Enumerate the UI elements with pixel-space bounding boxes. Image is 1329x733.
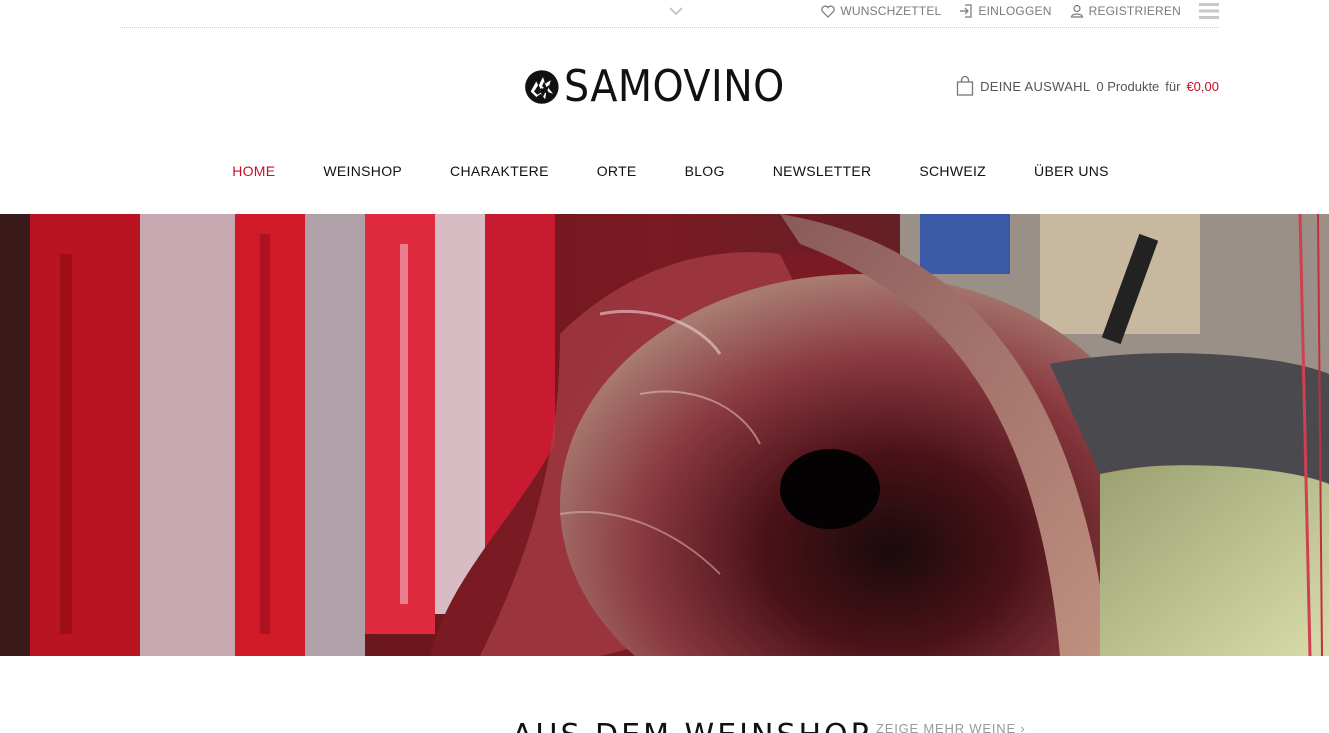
nav-item-newsletter[interactable]: NEWSLETTER <box>773 160 872 182</box>
nav-item-orte[interactable]: ORTE <box>597 160 637 182</box>
cart-label: DEINE AUSWAHL <box>980 78 1091 94</box>
top-utility-bar: WUNSCHZETTEL EINLOGGEN REGISTRIEREN <box>120 0 1219 28</box>
cart-summary[interactable]: DEINE AUSWAHL 0 Produkte für €0,00 <box>956 76 1219 96</box>
section-title: AUS DEM WEINSHOP <box>512 718 872 733</box>
register-link[interactable]: REGISTRIEREN <box>1070 4 1181 18</box>
account-links: WUNSCHZETTEL EINLOGGEN REGISTRIEREN <box>821 4 1181 18</box>
chevron-down-icon[interactable] <box>668 3 684 19</box>
nav-item-ueber-uns[interactable]: ÜBER UNS <box>1034 160 1109 182</box>
login-icon <box>960 4 973 18</box>
wishlist-link[interactable]: WUNSCHZETTEL <box>821 4 941 18</box>
user-icon <box>1070 4 1083 18</box>
wishlist-label: WUNSCHZETTEL <box>840 4 942 18</box>
wolf-icon <box>525 70 559 104</box>
hero-image <box>0 214 1329 656</box>
menu-icon[interactable] <box>1199 2 1219 20</box>
cart-for: für <box>1165 78 1181 94</box>
site-logo[interactable]: SAMOVINO <box>524 55 809 119</box>
nav-item-charaktere[interactable]: CHARAKTERE <box>450 160 549 182</box>
shopping-bag-icon <box>956 76 974 96</box>
heart-icon <box>821 5 836 18</box>
nav-item-blog[interactable]: BLOG <box>685 160 725 182</box>
cart-count: 0 Produkte <box>1096 78 1160 94</box>
register-label: REGISTRIEREN <box>1088 4 1181 18</box>
logo-text: SAMOVINO <box>563 61 785 112</box>
show-more-wines-link[interactable]: ZEIGE MEHR WEINE › <box>876 721 1025 733</box>
nav-item-weinshop[interactable]: WEINSHOP <box>323 160 402 182</box>
login-label: EINLOGGEN <box>978 4 1052 18</box>
main-navigation: HOME WEINSHOP CHARAKTERE ORTE BLOG NEWSL… <box>0 160 1329 182</box>
login-link[interactable]: EINLOGGEN <box>959 4 1051 18</box>
nav-item-schweiz[interactable]: SCHWEIZ <box>919 160 986 182</box>
nav-item-home[interactable]: HOME <box>232 160 275 182</box>
cart-price: €0,00 <box>1186 78 1219 94</box>
